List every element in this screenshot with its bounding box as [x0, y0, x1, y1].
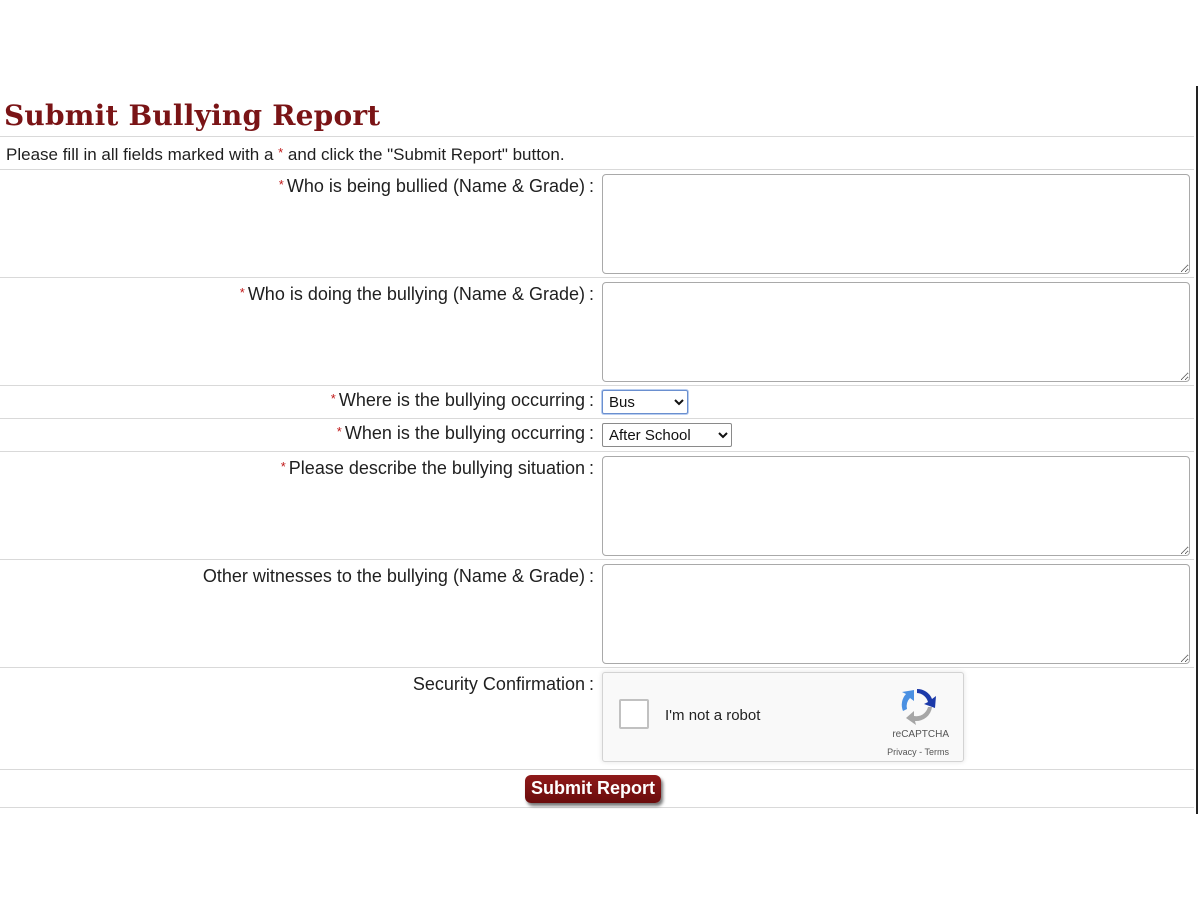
witnesses-textarea[interactable] — [602, 564, 1190, 664]
row-victim: * Who is being bullied (Name & Grade): — [0, 170, 1194, 278]
label-where: * Where is the bullying occurring: — [0, 386, 594, 418]
recaptcha-links[interactable]: Privacy - Terms — [887, 747, 949, 757]
field-victim — [594, 170, 1190, 277]
instructions: Please fill in all fields marked with a … — [0, 136, 1194, 170]
label-description: * Please describe the bullying situation: — [0, 452, 594, 559]
field-description — [594, 452, 1190, 559]
label-witnesses-text: Other witnesses to the bullying (Name & … — [202, 566, 585, 586]
row-witnesses: Other witnesses to the bullying (Name & … — [0, 560, 1194, 668]
row-when: * When is the bullying occurring: After S… — [0, 419, 1194, 452]
instructions-pre: Please fill in all fields marked with a — [6, 145, 279, 164]
field-witnesses — [594, 560, 1190, 667]
row-bully: * Who is doing the bullying (Name & Grade… — [0, 278, 1194, 386]
label-security: Security Confirmation: — [0, 668, 594, 769]
where-select[interactable]: Bus — [602, 390, 688, 414]
page-title: Submit Bullying Report — [4, 99, 381, 132]
recaptcha-widget: I'm not a robot reCAPTCHA Privacy - Term… — [602, 672, 964, 762]
required-marker: * — [336, 424, 342, 439]
report-page: Submit Bullying Report Please fill in al… — [0, 96, 1194, 808]
right-edge-border — [1196, 86, 1198, 814]
row-description: * Please describe the bullying situation: — [0, 452, 1194, 560]
label-bully-text: Who is doing the bullying (Name & Grade) — [247, 284, 585, 304]
label-security-text: Security Confirmation — [412, 674, 585, 694]
row-security: Security Confirmation: I'm not a robot r… — [0, 668, 1194, 770]
label-victim-text: Who is being bullied (Name & Grade) — [286, 176, 585, 196]
recaptcha-checkbox[interactable] — [619, 699, 649, 729]
bully-textarea[interactable] — [602, 282, 1190, 382]
label-when-text: When is the bullying occurring — [344, 423, 585, 443]
required-marker: * — [278, 177, 284, 192]
victim-textarea[interactable] — [602, 174, 1190, 274]
field-where: Bus — [594, 386, 688, 418]
when-select[interactable]: After School — [602, 423, 732, 447]
required-marker: * — [280, 459, 286, 474]
row-submit: Submit Report — [0, 770, 1194, 808]
description-textarea[interactable] — [602, 456, 1190, 556]
submit-report-button[interactable]: Submit Report — [525, 774, 661, 803]
label-victim: * Who is being bullied (Name & Grade): — [0, 170, 594, 277]
required-marker: * — [330, 391, 336, 406]
label-where-text: Where is the bullying occurring — [338, 390, 585, 410]
row-where: * Where is the bullying occurring: Bus — [0, 386, 1194, 419]
required-marker: * — [239, 285, 245, 300]
field-when: After School — [594, 419, 732, 451]
recaptcha-logo-icon — [901, 688, 936, 725]
recaptcha-brand: reCAPTCHA — [892, 729, 949, 740]
field-bully — [594, 278, 1190, 385]
instructions-post: and click the "Submit Report" button. — [283, 145, 565, 164]
field-security: I'm not a robot reCAPTCHA Privacy - Term… — [594, 668, 964, 769]
label-when: * When is the bullying occurring: — [0, 419, 594, 451]
label-description-text: Please describe the bullying situation — [288, 458, 585, 478]
label-bully: * Who is doing the bullying (Name & Grade… — [0, 278, 594, 385]
recaptcha-checkbox-label: I'm not a robot — [665, 707, 761, 724]
label-witnesses: Other witnesses to the bullying (Name & … — [0, 560, 594, 667]
